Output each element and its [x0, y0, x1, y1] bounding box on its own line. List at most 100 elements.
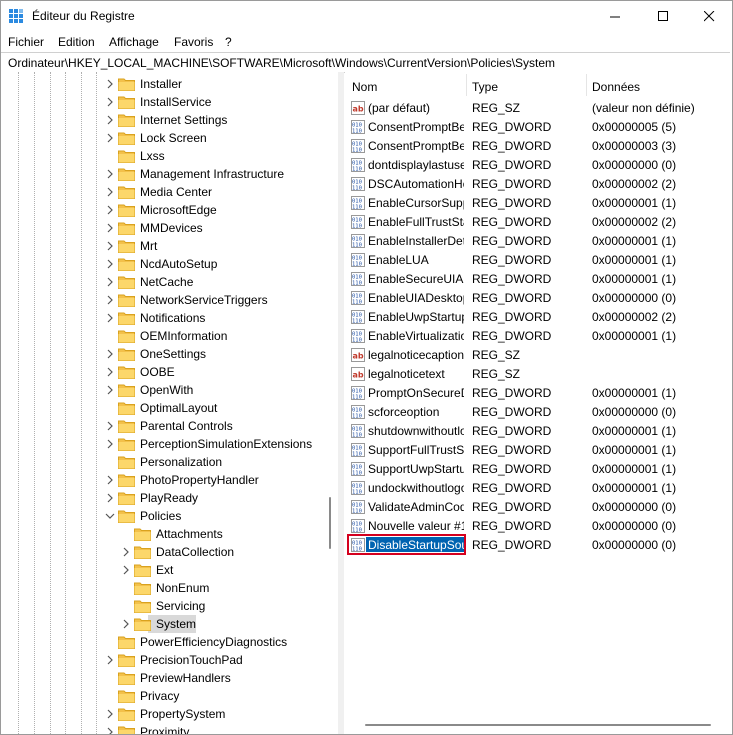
tree-item[interactable]: OOBE: [1, 363, 323, 381]
chevron-right-icon[interactable]: [105, 77, 115, 91]
tree-item[interactable]: OptimalLayout: [1, 399, 323, 417]
minimize-button[interactable]: [592, 1, 638, 32]
value-row[interactable]: 010110EnableUIADesktopToggle REG_DWORD 0x0…: [345, 289, 732, 308]
value-row[interactable]: 010110SupportUwpStartupTasks REG_DWORD 0x0…: [345, 460, 732, 479]
value-row[interactable]: 010110PromptOnSecureDesktop REG_DWORD 0x00…: [345, 384, 732, 403]
chevron-right-icon[interactable]: [105, 311, 115, 325]
tree-item[interactable]: InstallService: [1, 93, 323, 111]
chevron-right-icon[interactable]: [105, 203, 115, 217]
chevron-right-icon[interactable]: [105, 707, 115, 721]
chevron-right-icon[interactable]: [105, 491, 115, 505]
menu-affichage[interactable]: Affichage: [109, 35, 159, 49]
chevron-right-icon[interactable]: [105, 347, 115, 361]
tree-item[interactable]: Lxss: [1, 147, 323, 165]
tree-item[interactable]: NetworkServiceTriggers: [1, 291, 323, 309]
key-tree-pane[interactable]: Installer InstallService Internet Settings…: [1, 72, 338, 734]
tree-item[interactable]: Internet Settings: [1, 111, 323, 129]
value-row[interactable]: 010 110 EnableLUA REG_DWORD 0x00000001 (1): [345, 251, 732, 270]
tree-item[interactable]: OpenWith: [1, 381, 323, 399]
chevron-right-icon[interactable]: [105, 293, 115, 307]
value-row[interactable]: 010110DSCAutomationHostEnabled REG_DWORD 0…: [345, 175, 732, 194]
menu-fichier[interactable]: Fichier: [8, 35, 44, 49]
chevron-right-icon[interactable]: [105, 365, 115, 379]
value-row[interactable]: 010110ValidateAdminCodeSignatures REG_DWO…: [345, 498, 732, 517]
value-row[interactable]: 010110DisableStartupSound REG_DWORD 0x0000…: [345, 534, 732, 555]
value-row[interactable]: 010110EnableInstallerDetection REG_DWORD 0…: [345, 232, 732, 251]
value-row[interactable]: 010110EnableSecureUIAPaths REG_DWORD 0x000…: [345, 270, 732, 289]
tree-item[interactable]: Personalization: [1, 453, 323, 471]
column-header-type[interactable]: Type: [472, 80, 498, 94]
chevron-right-icon[interactable]: [105, 113, 115, 127]
value-row[interactable]: ab legalnoticetext REG_SZ: [345, 365, 732, 384]
column-separator[interactable]: [586, 74, 587, 96]
tree-item[interactable]: Ext: [1, 561, 323, 579]
tree-item[interactable]: PropertySystem: [1, 705, 323, 723]
menu-edition[interactable]: Edition: [58, 35, 95, 49]
address-bar[interactable]: Ordinateur\HKEY_LOCAL_MACHINE\SOFTWARE\M…: [1, 52, 730, 73]
menu-help[interactable]: ?: [225, 35, 232, 49]
tree-item[interactable]: Attachments: [1, 525, 323, 543]
column-header-data[interactable]: Données: [592, 80, 640, 94]
value-row[interactable]: 010110EnableUwpStartupTasks REG_DWORD 0x00…: [345, 308, 732, 327]
tree-item[interactable]: PerceptionSimulationExtensions: [1, 435, 323, 453]
tree-item[interactable]: NonEnum: [1, 579, 323, 597]
tree-item[interactable]: Mrt: [1, 237, 323, 255]
chevron-right-icon[interactable]: [105, 383, 115, 397]
tree-item[interactable]: NetCache: [1, 273, 323, 291]
tree-item[interactable]: Parental Controls: [1, 417, 323, 435]
column-separator[interactable]: [466, 74, 467, 96]
chevron-right-icon[interactable]: [105, 473, 115, 487]
address-path[interactable]: Ordinateur\HKEY_LOCAL_MACHINE\SOFTWARE\M…: [8, 56, 555, 70]
value-row[interactable]: 010 110 scforceoption REG_DWORD 0x00000000 (…: [345, 403, 732, 422]
chevron-right-icon[interactable]: [121, 545, 131, 559]
menu-favoris[interactable]: Favoris: [174, 35, 213, 49]
chevron-right-icon[interactable]: [105, 131, 115, 145]
value-row[interactable]: 010 110 undockwithoutlogon REG_DWORD 0x00000…: [345, 479, 732, 498]
chevron-right-icon[interactable]: [105, 275, 115, 289]
chevron-right-icon[interactable]: [105, 257, 115, 271]
tree-item[interactable]: Management Infrastructure: [1, 165, 323, 183]
chevron-right-icon[interactable]: [105, 653, 115, 667]
chevron-right-icon[interactable]: [105, 437, 115, 451]
tree-scroll-thumb[interactable]: [329, 497, 331, 549]
column-header-name[interactable]: Nom: [352, 80, 377, 94]
close-button[interactable]: [686, 1, 732, 32]
tree-item[interactable]: OneSettings: [1, 345, 323, 363]
chevron-right-icon[interactable]: [105, 419, 115, 433]
tree-scrollbar[interactable]: [323, 72, 338, 734]
tree-item[interactable]: PhotoPropertyHandler: [1, 471, 323, 489]
tree-item[interactable]: PreviewHandlers: [1, 669, 323, 687]
value-row[interactable]: 010110dontdisplaylastusername REG_DWORD 0x…: [345, 156, 732, 175]
value-row[interactable]: ab (par défaut) REG_SZ (valeur non définie): [345, 99, 732, 118]
chevron-right-icon[interactable]: [105, 185, 115, 199]
value-row[interactable]: 010110SupportFullTrustStartupTasks REG_DW…: [345, 441, 732, 460]
value-row[interactable]: 010110ConsentPromptBehaviorAdmin REG_DWOR…: [345, 118, 732, 137]
tree-item[interactable]: Policies: [1, 507, 323, 525]
chevron-right-icon[interactable]: [105, 167, 115, 181]
tree-item[interactable]: System: [1, 615, 323, 633]
tree-item[interactable]: OEMInformation: [1, 327, 323, 345]
tree-item[interactable]: Lock Screen: [1, 129, 323, 147]
chevron-right-icon[interactable]: [105, 725, 115, 734]
value-row[interactable]: 010110ConsentPromptBehaviorUser REG_DWORD…: [345, 137, 732, 156]
tree-item[interactable]: PrecisionTouchPad: [1, 651, 323, 669]
tree-item[interactable]: Installer: [1, 75, 323, 93]
tree-item[interactable]: Media Center: [1, 183, 323, 201]
chevron-right-icon[interactable]: [105, 95, 115, 109]
tree-item[interactable]: PlayReady: [1, 489, 323, 507]
value-row[interactable]: 010110shutdownwithoutlogon REG_DWORD 0x000…: [345, 422, 732, 441]
value-row[interactable]: 010 110 EnableVirtualization REG_DWORD 0x000…: [345, 327, 732, 346]
tree-item[interactable]: Servicing: [1, 597, 323, 615]
pane-splitter[interactable]: [338, 72, 344, 734]
chevron-right-icon[interactable]: [121, 617, 131, 631]
tree-item[interactable]: Proximity: [1, 723, 323, 734]
value-row[interactable]: 010110EnableFullTrustStartupTasks REG_DWO…: [345, 213, 732, 232]
value-row[interactable]: 010110EnableCursorSuppression REG_DWORD 0x…: [345, 194, 732, 213]
value-row[interactable]: ab legalnoticecaption REG_SZ: [345, 346, 732, 365]
tree-item[interactable]: DataCollection: [1, 543, 323, 561]
chevron-right-icon[interactable]: [121, 563, 131, 577]
list-horizontal-scroll-thumb[interactable]: [365, 724, 711, 726]
chevron-down-icon[interactable]: [105, 509, 115, 523]
tree-item[interactable]: PowerEfficiencyDiagnostics: [1, 633, 323, 651]
tree-item[interactable]: MMDevices: [1, 219, 323, 237]
